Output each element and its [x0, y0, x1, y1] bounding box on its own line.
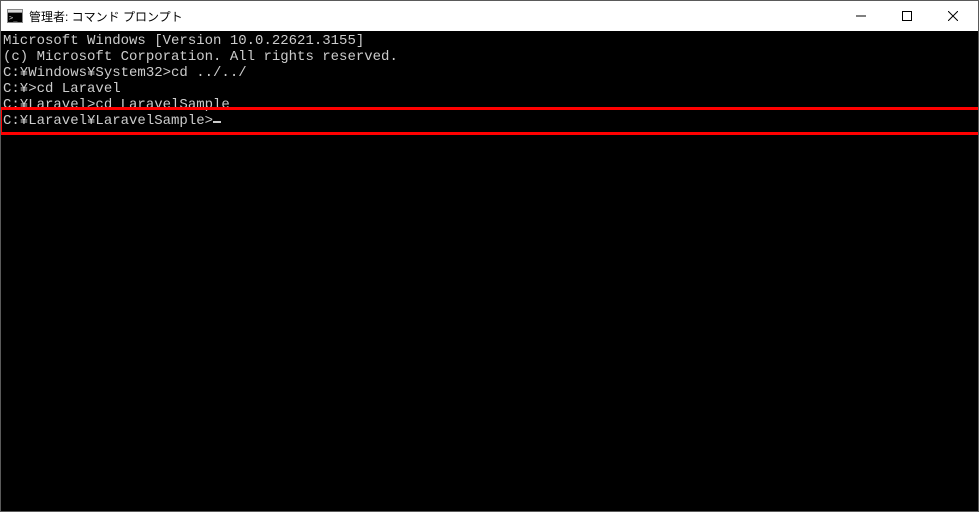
titlebar: >_ 管理者: コマンド プロンプト [1, 1, 978, 31]
command-prompt-window: >_ 管理者: コマンド プロンプト Microsoft Windows [Ve… [0, 0, 979, 512]
terminal-line: C:¥Laravel¥LaravelSample> [3, 113, 976, 129]
terminal-line: C:¥>cd Laravel [3, 81, 976, 97]
svg-text:>_: >_ [9, 14, 18, 22]
text-cursor [213, 121, 221, 123]
terminal-line: C:¥Laravel>cd LaravelSample [3, 97, 976, 113]
terminal-output: Microsoft Windows [Version 10.0.22621.31… [3, 33, 976, 129]
close-button[interactable] [930, 1, 976, 31]
terminal-line: Microsoft Windows [Version 10.0.22621.31… [3, 33, 976, 49]
cmd-icon: >_ [7, 8, 23, 24]
maximize-button[interactable] [884, 1, 930, 31]
terminal-line: (c) Microsoft Corporation. All rights re… [3, 49, 976, 65]
terminal-line: C:¥Windows¥System32>cd ../../ [3, 65, 976, 81]
terminal-area[interactable]: Microsoft Windows [Version 10.0.22621.31… [1, 31, 978, 511]
minimize-button[interactable] [838, 1, 884, 31]
window-title: 管理者: コマンド プロンプト [29, 8, 183, 25]
